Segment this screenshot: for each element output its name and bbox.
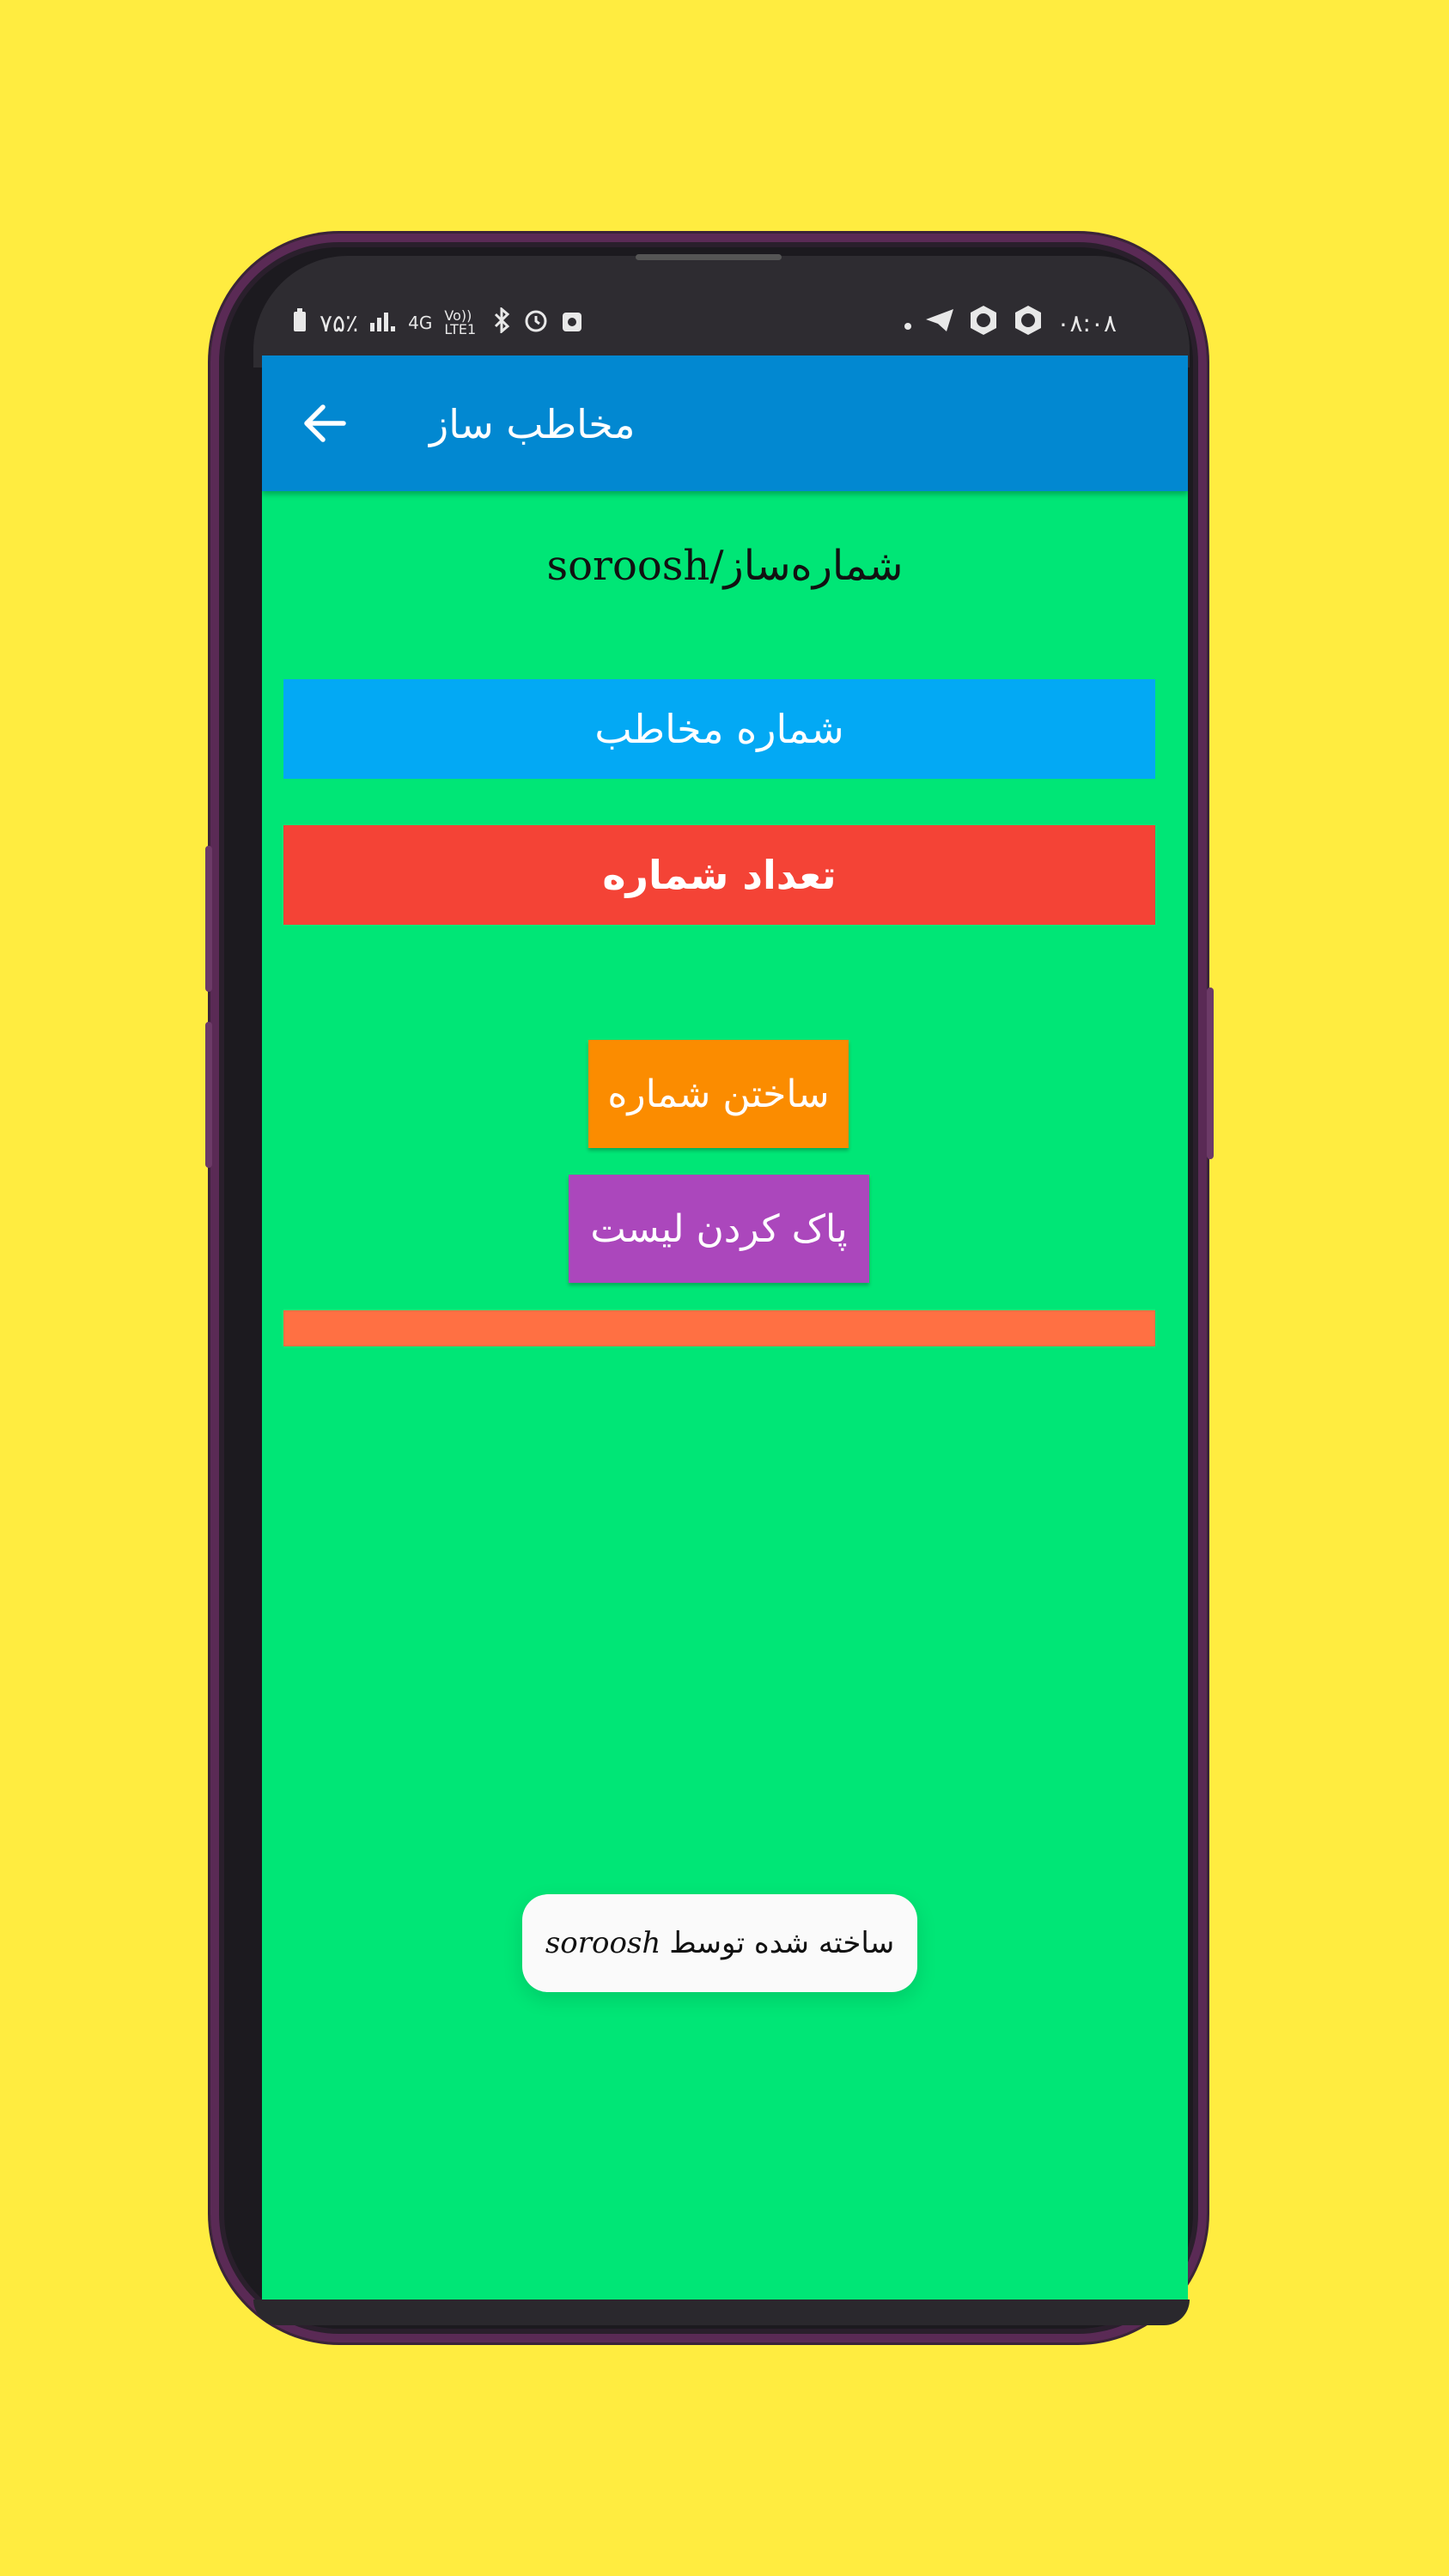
clear-list-label: پاک کردن لیست (590, 1206, 848, 1251)
number-count-placeholder: تعداد شماره (602, 852, 837, 898)
contact-number-placeholder: شماره مخاطب (594, 706, 844, 752)
toast-message: ساخته شده توسط soroosh (522, 1894, 917, 1992)
toast-author: soroosh (545, 1926, 661, 1960)
notification-icon (561, 307, 583, 338)
phone-side-button (205, 846, 212, 992)
contact-number-input[interactable]: شماره مخاطب (283, 679, 1155, 779)
phone-side-button (205, 1022, 212, 1168)
app-bar: مخاطب ساز (262, 355, 1188, 491)
app-icon (967, 304, 1000, 342)
number-count-input[interactable]: تعداد شماره (283, 825, 1155, 925)
bluetooth-icon (492, 306, 511, 338)
volte-label: Vo)) LTE1 (444, 307, 477, 337)
page-title: مخاطب ساز (429, 401, 636, 447)
toast-text: ساخته شده توسط (669, 1926, 895, 1960)
arrow-left-icon (304, 404, 346, 442)
app-icon (1012, 304, 1044, 342)
battery-percent: ٧۵٪ (320, 308, 359, 337)
phone-chin (253, 2300, 1190, 2325)
app-screen: مخاطب ساز شماره‌ساز/soroosh شماره مخاطب … (262, 355, 1188, 2300)
status-bar: ٧۵٪ 4G Vo)) LTE1 ۰۸:۰۸ (292, 299, 1117, 347)
battery-icon (292, 308, 307, 337)
clock: ۰۸:۰۸ (1056, 308, 1117, 337)
build-numbers-label: ساختن شماره (607, 1072, 830, 1116)
app-subtitle: شماره‌ساز/soroosh (546, 542, 904, 590)
telegram-icon (924, 307, 955, 338)
clear-list-button[interactable]: پاک کردن لیست (569, 1175, 869, 1283)
status-left-group: ٧۵٪ 4G Vo)) LTE1 (292, 306, 583, 338)
dot-icon (904, 310, 912, 336)
back-button[interactable] (295, 393, 355, 453)
status-right-group: ۰۸:۰۸ (904, 304, 1117, 342)
phone-power-button (1207, 987, 1214, 1159)
signal-icon (370, 309, 396, 337)
build-numbers-button[interactable]: ساختن شماره (588, 1040, 849, 1148)
alarm-icon (523, 307, 549, 338)
result-bar (283, 1310, 1155, 1346)
network-type: 4G (408, 313, 433, 333)
earpiece-speaker (636, 254, 782, 260)
